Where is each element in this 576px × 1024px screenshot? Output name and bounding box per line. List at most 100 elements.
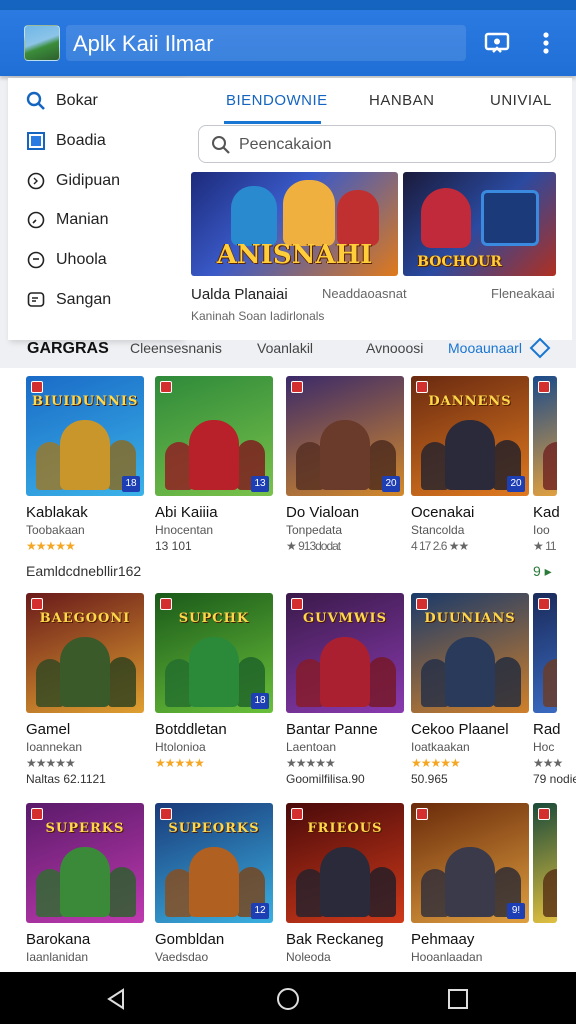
age-rating-badge: 18 xyxy=(251,693,269,709)
game-logo-text: FRIEOUS xyxy=(307,821,383,836)
game-name[interactable]: Rad xyxy=(533,721,561,738)
status-bar xyxy=(0,0,576,10)
game-name[interactable]: Bantar Panne xyxy=(286,721,378,738)
game-name[interactable]: Bak Reckaneg xyxy=(286,931,384,948)
hero-figure xyxy=(108,867,136,917)
hero-figure xyxy=(320,637,370,707)
game-logo-text: GUVMWIS xyxy=(303,611,387,626)
category-mooaunaarl[interactable]: Mooaunaarl xyxy=(448,340,522,356)
drawer-item-boadia[interactable]: Boadia xyxy=(8,122,182,160)
game-card-image[interactable]: DANNENS 20 xyxy=(411,376,529,496)
game-developer: Iaanlanidan xyxy=(26,950,89,964)
game-name[interactable]: Barokana xyxy=(26,931,90,948)
drawer-item-label: Bokar xyxy=(56,92,98,109)
game-card-image[interactable]: BAEGOONI xyxy=(26,593,144,713)
game-card-image[interactable]: GUVMWIS xyxy=(286,593,404,713)
game-card-image[interactable] xyxy=(533,803,557,923)
home-icon[interactable] xyxy=(275,986,301,1012)
age-rating-badge: 18 xyxy=(122,476,140,492)
hero-figure xyxy=(231,186,277,246)
system-nav-bar xyxy=(0,972,576,1024)
game-rating: ★★★★★ xyxy=(411,756,461,770)
featured-meta: Fleneakaai xyxy=(491,286,555,301)
game-name[interactable]: Do Vialoan xyxy=(286,504,359,521)
hero-figure xyxy=(445,847,495,917)
corner-badge-icon xyxy=(416,808,428,820)
hero-figure xyxy=(445,420,495,490)
recents-icon[interactable] xyxy=(445,986,471,1012)
game-name[interactable]: Gamel xyxy=(26,721,70,738)
game-card-image[interactable]: SUPCHK 18 xyxy=(155,593,273,713)
game-card-image[interactable]: SUPERKS xyxy=(26,803,144,923)
corner-badge-icon xyxy=(160,808,172,820)
category-gargras[interactable]: GARGRAS xyxy=(27,340,109,358)
age-rating-badge: 12 xyxy=(251,903,269,919)
game-card-image[interactable]: 20 xyxy=(286,376,404,496)
game-developer: Toobakaan xyxy=(26,523,85,537)
corner-badge-icon xyxy=(31,598,43,610)
game-rating: ★★★ xyxy=(533,756,563,770)
game-logo-text: BIUIDUNNIS xyxy=(32,394,139,409)
game-developer: Vaedsdao xyxy=(155,950,209,964)
hero-figure xyxy=(493,657,521,707)
back-icon[interactable] xyxy=(103,986,129,1012)
game-logo-text: SUPEORKS xyxy=(168,821,260,836)
game-card-image[interactable] xyxy=(533,593,557,713)
drawer-item-uhoola[interactable]: Uhoola xyxy=(8,241,182,279)
more-vert-icon[interactable] xyxy=(534,29,558,57)
hero-figure xyxy=(320,847,370,917)
tab-univial[interactable]: UNIVIAL xyxy=(490,92,552,109)
corner-badge-icon xyxy=(31,808,43,820)
featured-banner[interactable]: ANISNAHI xyxy=(191,172,398,276)
drawer-item-label: Uhoola xyxy=(56,251,107,268)
hero-figure xyxy=(108,657,136,707)
corner-badge-icon xyxy=(416,381,428,393)
hero-figure xyxy=(189,847,239,917)
corner-badge-icon xyxy=(291,598,303,610)
drawer-item-search[interactable]: Bokar xyxy=(8,82,182,120)
corner-badge-icon xyxy=(160,381,172,393)
corner-badge-icon xyxy=(416,598,428,610)
hero-figure xyxy=(543,869,557,917)
drawer-item-manian[interactable]: Manian xyxy=(8,201,182,239)
game-extra-info: Goomilfilisa.90 xyxy=(286,772,365,786)
featured-banner[interactable]: BOCHOUR xyxy=(403,172,556,276)
game-name[interactable]: Gombldan xyxy=(155,931,224,948)
game-name[interactable]: Ocenakai xyxy=(411,504,474,521)
game-logo-text: DANNENS xyxy=(428,394,512,409)
game-card-image[interactable]: SUPEORKS 12 xyxy=(155,803,273,923)
chevron-right-icon[interactable] xyxy=(529,337,551,359)
category-avnooosi[interactable]: Avnooosi xyxy=(366,340,423,356)
search-input[interactable]: Peencakaion xyxy=(198,125,556,163)
game-rating: ★ 11 xyxy=(533,539,557,553)
age-rating-badge: 20 xyxy=(382,476,400,492)
banner-title: BOCHOUR xyxy=(417,254,502,270)
category-voanlakil[interactable]: Voanlakil xyxy=(257,340,313,356)
game-name[interactable]: Kad xyxy=(533,504,560,521)
game-developer: Noleoda xyxy=(286,950,331,964)
category-cleensesnanis[interactable]: Cleensesnanis xyxy=(130,340,222,356)
game-name[interactable]: Cekoo Plaanel xyxy=(411,721,509,738)
game-name[interactable]: Abi Kaiiia xyxy=(155,504,218,521)
corner-badge-icon xyxy=(160,598,172,610)
row-section-more[interactable]: 9 ▸ xyxy=(533,563,552,580)
corner-badge-icon xyxy=(31,381,43,393)
game-card-image[interactable] xyxy=(533,376,557,496)
game-card-image[interactable]: 9! xyxy=(411,803,529,923)
hero-figure xyxy=(320,420,370,490)
tab-biendownie[interactable]: BIENDOWNIE xyxy=(226,92,328,109)
drawer-item-sangan[interactable]: Sangan xyxy=(8,281,182,319)
game-extra-info: Naltas 62.1121 xyxy=(26,772,106,786)
game-name[interactable]: Kablakak xyxy=(26,504,88,521)
chat-icon xyxy=(26,290,46,310)
game-card-image[interactable]: FRIEOUS xyxy=(286,803,404,923)
game-name[interactable]: Pehmaay xyxy=(411,931,474,948)
game-card-image[interactable]: BIUIDUNNIS 18 xyxy=(26,376,144,496)
game-name[interactable]: Botddletan xyxy=(155,721,227,738)
game-developer: Hoc xyxy=(533,740,555,754)
game-card-image[interactable]: 13 xyxy=(155,376,273,496)
drawer-item-gidipuan[interactable]: Gidipuan xyxy=(8,162,182,200)
game-card-image[interactable]: DUUNIANS xyxy=(411,593,529,713)
tab-hanban[interactable]: HANBAN xyxy=(369,92,435,109)
cast-icon[interactable] xyxy=(484,31,510,55)
